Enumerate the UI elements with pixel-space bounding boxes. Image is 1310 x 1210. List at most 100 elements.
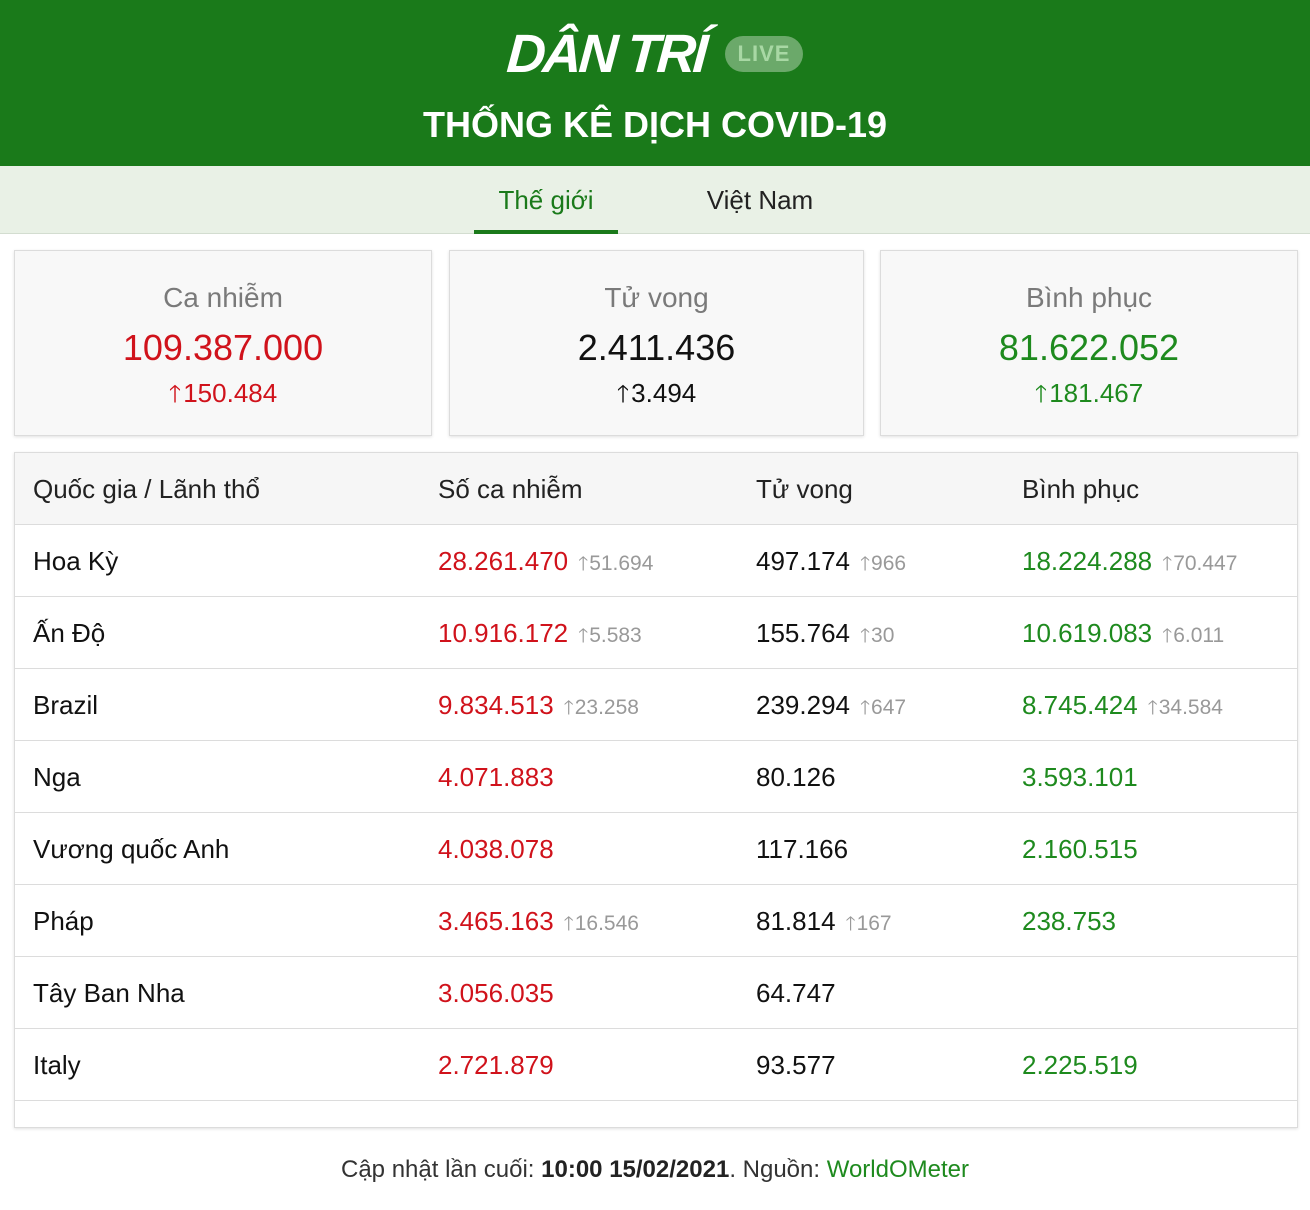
country-name: Pháp (33, 885, 94, 957)
recovered-cell-value: 2.225.519 (1022, 1050, 1138, 1080)
tab-bar: Thế giới Việt Nam (0, 166, 1310, 234)
country-name: Hoa Kỳ (33, 525, 118, 597)
country-table[interactable]: Quốc gia / Lãnh thổ Số ca nhiễm Tử vong … (14, 452, 1298, 1128)
footer-middle: . Nguồn: (729, 1156, 827, 1183)
table-header: Quốc gia / Lãnh thổ Số ca nhiễm Tử vong … (15, 453, 1297, 525)
summary-value: 109.387.000 (122, 327, 324, 368)
deaths-cell-delta: 🡑167 (846, 912, 892, 935)
cases-cell: 2.721.879 (438, 1029, 554, 1101)
recovered-cell-delta-value: 34.584 (1158, 696, 1223, 719)
cases-cell-delta: 🡑23.258 (564, 696, 639, 719)
summary-card-recovered: Bình phục 81.622.052 🡑181.467 (880, 250, 1298, 436)
cases-cell-value: 3.056.035 (438, 978, 554, 1008)
col-header-country[interactable]: Quốc gia / Lãnh thổ (33, 453, 260, 525)
recovered-cell: 238.753 (1022, 885, 1116, 957)
cases-cell: 4.038.078 (438, 813, 554, 885)
recovered-cell-delta-value: 6.011 (1173, 624, 1225, 647)
summary-card-cases: Ca nhiễm 109.387.000 🡑150.484 (14, 250, 432, 436)
footer-source-link[interactable]: WorldOMeter (827, 1156, 969, 1183)
arrow-up-icon: 🡑 (1162, 626, 1173, 647)
country-name: Nga (33, 741, 81, 813)
arrow-up-icon: 🡑 (1162, 554, 1173, 575)
cases-cell: 4.071.883 (438, 741, 554, 813)
logo-row: DÂN TRÍ LIVE (0, 24, 1310, 84)
cases-cell-value: 3.465.163 (438, 906, 554, 936)
summary-delta: 🡑181.467 (881, 377, 1297, 411)
cases-cell: 3.056.035 (438, 957, 554, 1029)
cases-cell-value: 28.261.470 (438, 546, 569, 576)
tab-viet-nam[interactable]: Việt Nam (690, 166, 830, 234)
deaths-cell-delta: 🡑966 (860, 552, 906, 575)
deaths-cell-value: 93.577 (756, 1050, 836, 1080)
deaths-cell-value: 80.126 (756, 762, 836, 792)
recovered-cell-delta-value: 70.447 (1173, 552, 1238, 575)
footer-prefix: Cập nhật lần cuối: (341, 1156, 542, 1183)
page-title: THỐNG KÊ DỊCH COVID-19 (422, 104, 888, 145)
recovered-cell: 10.619.083 🡑6.011 (1022, 597, 1224, 673)
arrow-up-icon: 🡑 (859, 698, 871, 719)
recovered-cell-value: 3.593.101 (1022, 762, 1138, 792)
deaths-cell-value: 497.174 (756, 546, 850, 576)
deaths-cell-delta-value: 167 (856, 912, 892, 935)
summary-delta-value: 3.494 (631, 378, 697, 408)
country-name-value: Vương quốc Anh (33, 834, 230, 864)
header-banner: DÂN TRÍ LIVE THỐNG KÊ DỊCH COVID-19 (0, 0, 1310, 166)
summary-delta: 🡑150.484 (15, 377, 431, 411)
arrow-up-icon: 🡑 (578, 626, 589, 647)
table-row[interactable]: Brazil 9.834.513 🡑23.258 239.294 🡑647 8.745.4… (15, 669, 1297, 741)
cases-cell: 28.261.470 🡑51.694 (438, 525, 653, 601)
deaths-cell-delta: 🡑30 (860, 624, 894, 647)
table-row[interactable]: Nga 4.071.883 80.126 3.593.101 (15, 741, 1297, 813)
cases-cell-delta-value: 16.546 (574, 912, 639, 935)
cases-cell: 9.834.513 🡑23.258 (438, 669, 639, 745)
table-row[interactable]: Ấn Độ 10.916.172 🡑5.583 155.764 🡑30 10.619.08… (15, 597, 1297, 669)
table-row[interactable]: Italy 2.721.879 93.577 2.225.519 (15, 1029, 1297, 1101)
recovered-cell: 2.160.515 (1022, 813, 1138, 885)
arrow-up-icon: 🡑 (168, 381, 182, 408)
arrow-up-icon: 🡑 (578, 554, 589, 575)
dantri-logo[interactable]: DÂN TRÍ (504, 24, 706, 84)
deaths-cell: 497.174 🡑966 (756, 525, 906, 601)
table-row[interactable]: Pháp 3.465.163 🡑 16.546 81.814 🡑167 238.753 (15, 885, 1297, 957)
recovered-cell-value: 10.619.083 (1022, 618, 1153, 648)
deaths-cell-value: 117.166 (756, 834, 849, 864)
country-name-value: Hoa Kỳ (33, 546, 119, 576)
summary-value: 2.411.436 (577, 327, 736, 368)
recovered-cell-delta: 🡑6.011 (1162, 624, 1224, 647)
deaths-cell: 117.166 (756, 813, 848, 885)
arrow-up-icon: 🡑 (845, 914, 856, 935)
deaths-cell-value: 81.814 (756, 906, 836, 936)
deaths-cell: 239.294 🡑647 (756, 669, 906, 745)
cases-cell-value: 4.038.078 (438, 834, 554, 864)
tab-the-gioi[interactable]: Thế giới (474, 166, 618, 234)
deaths-cell: 155.764 🡑30 (756, 597, 894, 673)
country-name: Italy (33, 1029, 81, 1101)
summary-delta: 🡑3.494 (450, 377, 863, 411)
summary-value: 81.622.052 (998, 327, 1180, 368)
summary-delta-value: 181.467 (1049, 378, 1144, 408)
country-name-value: Nga (33, 762, 81, 792)
col-header-recovered[interactable]: Bình phục (1022, 453, 1139, 525)
table-row[interactable]: Hoa Kỳ 28.261.470 🡑51.694 497.174 🡑966 18.224… (15, 525, 1297, 597)
recovered-cell-value: 8.745.424 (1022, 690, 1138, 720)
col-header-deaths[interactable]: Tử vong (756, 453, 853, 525)
country-name: Vương quốc Anh (33, 813, 229, 885)
country-name-value: Tây Ban Nha (33, 978, 185, 1008)
deaths-cell: 80.126 (756, 741, 836, 813)
arrow-up-icon: 🡑 (563, 698, 574, 719)
country-name-value: Ấn Độ (33, 618, 106, 648)
country-name: Ấn Độ (33, 597, 105, 669)
country-name: Tây Ban Nha (33, 957, 185, 1029)
table-row[interactable]: Tây Ban Nha 3.056.035 64.747 (15, 957, 1297, 1029)
deaths-cell-delta: 🡑647 (860, 696, 906, 719)
country-name-value: Brazil (33, 690, 99, 720)
footer-time: 10:00 15/02/2021 (541, 1156, 730, 1183)
cases-cell-delta: 🡑51.694 (578, 552, 653, 575)
col-header-cases[interactable]: Số ca nhiễm (438, 453, 583, 525)
table-row[interactable]: Vương quốc Anh 4.038.078 117.166 2.160.515 (15, 813, 1297, 885)
recovered-cell-value: 238.753 (1022, 906, 1116, 936)
cases-cell-delta-value: 51.694 (589, 552, 654, 575)
recovered-cell-value: 18.224.288 (1022, 546, 1153, 576)
recovered-cell: 8.745.424 🡑34.584 (1022, 669, 1223, 745)
deaths-cell-value: 239.294 (756, 690, 850, 720)
